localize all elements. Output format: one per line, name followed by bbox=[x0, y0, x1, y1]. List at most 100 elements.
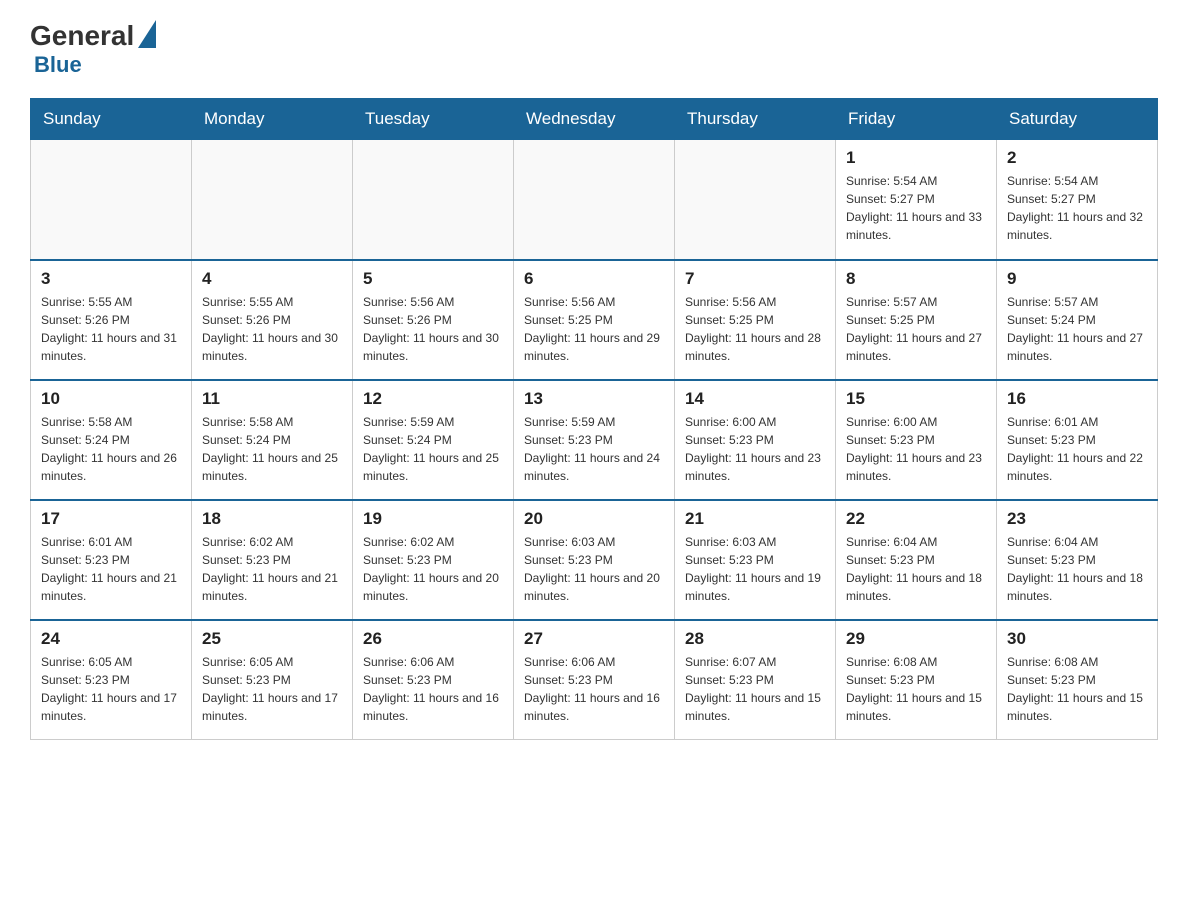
calendar-day-cell bbox=[192, 140, 353, 260]
day-info: Sunrise: 6:06 AM Sunset: 5:23 PM Dayligh… bbox=[363, 653, 503, 725]
logo-general-text: General bbox=[30, 20, 134, 52]
day-info: Sunrise: 6:08 AM Sunset: 5:23 PM Dayligh… bbox=[1007, 653, 1147, 725]
calendar-day-cell: 3 Sunrise: 5:55 AM Sunset: 5:26 PM Daylig… bbox=[31, 260, 192, 380]
calendar-day-cell: 18 Sunrise: 6:02 AM Sunset: 5:23 PM Dayli… bbox=[192, 500, 353, 620]
logo-blue-label: Blue bbox=[34, 52, 82, 78]
day-info: Sunrise: 5:59 AM Sunset: 5:24 PM Dayligh… bbox=[363, 413, 503, 485]
logo: General Blue bbox=[30, 20, 156, 78]
calendar-day-cell: 13 Sunrise: 5:59 AM Sunset: 5:23 PM Dayli… bbox=[514, 380, 675, 500]
day-number: 20 bbox=[524, 509, 664, 529]
day-number: 1 bbox=[846, 148, 986, 168]
day-info: Sunrise: 5:55 AM Sunset: 5:26 PM Dayligh… bbox=[41, 293, 181, 365]
calendar-day-cell: 14Sunrise: 6:00 AM Sunset: 5:23 PM Dayli… bbox=[675, 380, 836, 500]
calendar-day-cell: 16 Sunrise: 6:01 AM Sunset: 5:23 PM Dayli… bbox=[997, 380, 1158, 500]
calendar-day-cell: 20 Sunrise: 6:03 AM Sunset: 5:23 PM Dayli… bbox=[514, 500, 675, 620]
calendar-day-cell: 23 Sunrise: 6:04 AM Sunset: 5:23 PM Dayli… bbox=[997, 500, 1158, 620]
calendar-day-cell: 1 Sunrise: 5:54 AM Sunset: 5:27 PM Daylig… bbox=[836, 140, 997, 260]
day-info: Sunrise: 6:05 AM Sunset: 5:23 PM Dayligh… bbox=[202, 653, 342, 725]
day-number: 26 bbox=[363, 629, 503, 649]
day-number: 18 bbox=[202, 509, 342, 529]
day-number: 15 bbox=[846, 389, 986, 409]
calendar-day-cell: 10 Sunrise: 5:58 AM Sunset: 5:24 PM Dayli… bbox=[31, 380, 192, 500]
day-info: Sunrise: 5:55 AM Sunset: 5:26 PM Dayligh… bbox=[202, 293, 342, 365]
day-number: 5 bbox=[363, 269, 503, 289]
day-info: Sunrise: 6:08 AM Sunset: 5:23 PM Dayligh… bbox=[846, 653, 986, 725]
calendar-day-cell bbox=[514, 140, 675, 260]
calendar-day-cell: 19 Sunrise: 6:02 AM Sunset: 5:23 PM Dayli… bbox=[353, 500, 514, 620]
calendar-day-cell: 4 Sunrise: 5:55 AM Sunset: 5:26 PM Daylig… bbox=[192, 260, 353, 380]
calendar-week-row: 1 Sunrise: 5:54 AM Sunset: 5:27 PM Daylig… bbox=[31, 140, 1158, 260]
calendar-week-row: 10 Sunrise: 5:58 AM Sunset: 5:24 PM Dayli… bbox=[31, 380, 1158, 500]
day-number: 13 bbox=[524, 389, 664, 409]
calendar-day-cell: 17 Sunrise: 6:01 AM Sunset: 5:23 PM Dayli… bbox=[31, 500, 192, 620]
day-number: 29 bbox=[846, 629, 986, 649]
day-number: 6 bbox=[524, 269, 664, 289]
day-number: 27 bbox=[524, 629, 664, 649]
day-info: Sunrise: 6:07 AM Sunset: 5:23 PM Dayligh… bbox=[685, 653, 825, 725]
day-number: 19 bbox=[363, 509, 503, 529]
day-number: 25 bbox=[202, 629, 342, 649]
day-info: Sunrise: 6:03 AM Sunset: 5:23 PM Dayligh… bbox=[524, 533, 664, 605]
day-info: Sunrise: 6:04 AM Sunset: 5:23 PM Dayligh… bbox=[1007, 533, 1147, 605]
day-number: 9 bbox=[1007, 269, 1147, 289]
calendar-day-cell bbox=[353, 140, 514, 260]
day-info: Sunrise: 5:56 AM Sunset: 5:25 PM Dayligh… bbox=[524, 293, 664, 365]
day-number: 10 bbox=[41, 389, 181, 409]
header-monday: Monday bbox=[192, 99, 353, 140]
calendar-day-cell: 26 Sunrise: 6:06 AM Sunset: 5:23 PM Dayli… bbox=[353, 620, 514, 740]
calendar-day-cell: 29 Sunrise: 6:08 AM Sunset: 5:23 PM Dayli… bbox=[836, 620, 997, 740]
header-friday: Friday bbox=[836, 99, 997, 140]
day-number: 17 bbox=[41, 509, 181, 529]
calendar-day-cell: 6 Sunrise: 5:56 AM Sunset: 5:25 PM Daylig… bbox=[514, 260, 675, 380]
calendar-day-cell: 9 Sunrise: 5:57 AM Sunset: 5:24 PM Daylig… bbox=[997, 260, 1158, 380]
day-number: 30 bbox=[1007, 629, 1147, 649]
day-info: Sunrise: 6:05 AM Sunset: 5:23 PM Dayligh… bbox=[41, 653, 181, 725]
calendar-day-cell: 21 Sunrise: 6:03 AM Sunset: 5:23 PM Dayli… bbox=[675, 500, 836, 620]
calendar-day-cell: 15 Sunrise: 6:00 AM Sunset: 5:23 PM Dayli… bbox=[836, 380, 997, 500]
day-number: 23 bbox=[1007, 509, 1147, 529]
calendar-day-cell: 5Sunrise: 5:56 AM Sunset: 5:26 PM Daylig… bbox=[353, 260, 514, 380]
calendar-day-cell: 12 Sunrise: 5:59 AM Sunset: 5:24 PM Dayli… bbox=[353, 380, 514, 500]
day-number: 12 bbox=[363, 389, 503, 409]
calendar-day-cell: 27 Sunrise: 6:06 AM Sunset: 5:23 PM Dayli… bbox=[514, 620, 675, 740]
day-info: Sunrise: 5:58 AM Sunset: 5:24 PM Dayligh… bbox=[41, 413, 181, 485]
calendar-week-row: 3 Sunrise: 5:55 AM Sunset: 5:26 PM Daylig… bbox=[31, 260, 1158, 380]
day-info: Sunrise: 6:04 AM Sunset: 5:23 PM Dayligh… bbox=[846, 533, 986, 605]
day-info: Sunrise: 5:58 AM Sunset: 5:24 PM Dayligh… bbox=[202, 413, 342, 485]
header-sunday: Sunday bbox=[31, 99, 192, 140]
page-header: General Blue bbox=[30, 20, 1158, 78]
day-info: Sunrise: 5:59 AM Sunset: 5:23 PM Dayligh… bbox=[524, 413, 664, 485]
day-number: 21 bbox=[685, 509, 825, 529]
day-info: Sunrise: 6:01 AM Sunset: 5:23 PM Dayligh… bbox=[1007, 413, 1147, 485]
header-thursday: Thursday bbox=[675, 99, 836, 140]
day-number: 4 bbox=[202, 269, 342, 289]
header-saturday: Saturday bbox=[997, 99, 1158, 140]
calendar-table: Sunday Monday Tuesday Wednesday Thursday… bbox=[30, 98, 1158, 740]
day-info: Sunrise: 6:00 AM Sunset: 5:23 PM Dayligh… bbox=[846, 413, 986, 485]
calendar-header-row: Sunday Monday Tuesday Wednesday Thursday… bbox=[31, 99, 1158, 140]
day-info: Sunrise: 6:06 AM Sunset: 5:23 PM Dayligh… bbox=[524, 653, 664, 725]
calendar-day-cell bbox=[31, 140, 192, 260]
day-info: Sunrise: 5:54 AM Sunset: 5:27 PM Dayligh… bbox=[846, 172, 986, 244]
day-info: Sunrise: 5:57 AM Sunset: 5:25 PM Dayligh… bbox=[846, 293, 986, 365]
calendar-week-row: 17 Sunrise: 6:01 AM Sunset: 5:23 PM Dayli… bbox=[31, 500, 1158, 620]
day-number: 16 bbox=[1007, 389, 1147, 409]
day-info: Sunrise: 6:02 AM Sunset: 5:23 PM Dayligh… bbox=[202, 533, 342, 605]
day-number: 3 bbox=[41, 269, 181, 289]
day-info: Sunrise: 6:01 AM Sunset: 5:23 PM Dayligh… bbox=[41, 533, 181, 605]
day-info: Sunrise: 5:56 AM Sunset: 5:25 PM Dayligh… bbox=[685, 293, 825, 365]
day-info: Sunrise: 5:57 AM Sunset: 5:24 PM Dayligh… bbox=[1007, 293, 1147, 365]
calendar-day-cell: 25 Sunrise: 6:05 AM Sunset: 5:23 PM Dayli… bbox=[192, 620, 353, 740]
header-tuesday: Tuesday bbox=[353, 99, 514, 140]
day-number: 24 bbox=[41, 629, 181, 649]
calendar-day-cell: 22 Sunrise: 6:04 AM Sunset: 5:23 PM Dayli… bbox=[836, 500, 997, 620]
day-info: Sunrise: 5:54 AM Sunset: 5:27 PM Dayligh… bbox=[1007, 172, 1147, 244]
day-number: 22 bbox=[846, 509, 986, 529]
day-number: 7 bbox=[685, 269, 825, 289]
day-number: 28 bbox=[685, 629, 825, 649]
calendar-day-cell: 2Sunrise: 5:54 AM Sunset: 5:27 PM Daylig… bbox=[997, 140, 1158, 260]
day-info: Sunrise: 6:03 AM Sunset: 5:23 PM Dayligh… bbox=[685, 533, 825, 605]
calendar-day-cell: 8Sunrise: 5:57 AM Sunset: 5:25 PM Daylig… bbox=[836, 260, 997, 380]
calendar-day-cell: 28 Sunrise: 6:07 AM Sunset: 5:23 PM Dayli… bbox=[675, 620, 836, 740]
day-info: Sunrise: 6:02 AM Sunset: 5:23 PM Dayligh… bbox=[363, 533, 503, 605]
